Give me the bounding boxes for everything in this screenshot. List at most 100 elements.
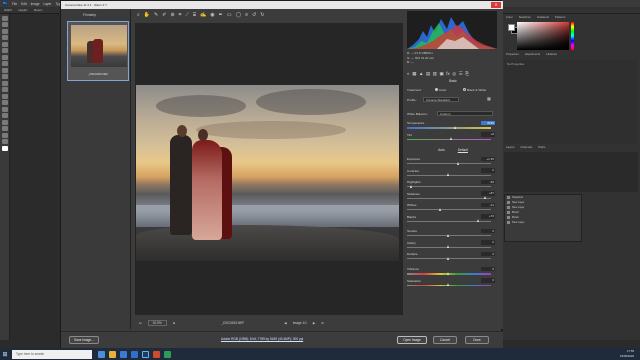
hand-tool-icon[interactable]	[2, 132, 8, 138]
gradient-tool-icon[interactable]	[2, 87, 8, 92]
slider-value-input[interactable]: 0	[481, 278, 495, 283]
slider-vibrance[interactable]: Vibrance 0	[407, 266, 499, 277]
default-button[interactable]: Default	[458, 148, 468, 152]
slider-blacks[interactable]: Blacks +70	[407, 214, 499, 225]
shape-tool-icon[interactable]	[2, 126, 8, 131]
rotate-left-icon[interactable]: ↺	[252, 12, 256, 18]
slider-tint[interactable]: Tint +6	[407, 132, 499, 143]
presets-tab-icon[interactable]: ☰	[459, 71, 463, 76]
slider-value-input[interactable]: +1.35	[481, 156, 495, 161]
slider-exposure[interactable]: Exposure +1.35	[407, 156, 499, 167]
menu-file[interactable]: File	[12, 2, 17, 6]
slider-handle[interactable]	[447, 271, 450, 275]
blur-tool-icon[interactable]	[2, 93, 8, 99]
zoom-level[interactable]: 30.9%	[147, 320, 167, 326]
slider-value-input[interactable]: 0	[481, 228, 495, 233]
foreground-color-swatch[interactable]	[2, 145, 8, 151]
graduated-filter-icon[interactable]: ▭	[227, 12, 232, 18]
slider-contrast[interactable]: Contrast 0	[407, 168, 499, 179]
lens-tab-icon[interactable]: ▣	[439, 71, 443, 76]
radial-filter-icon[interactable]: ◯	[236, 12, 242, 18]
red-eye-icon[interactable]: ◉	[210, 12, 214, 18]
history-brush-tool-icon[interactable]	[2, 74, 8, 79]
crop-icon[interactable]: ⌗	[179, 12, 182, 18]
tone-curve-tab-icon[interactable]: ▦	[412, 71, 416, 76]
zoom-in-icon[interactable]: ⊞	[173, 321, 176, 325]
slider-handle[interactable]	[447, 245, 450, 248]
slider-whites[interactable]: Whites -21	[407, 202, 499, 213]
photoshop-taskbar-icon[interactable]	[142, 350, 149, 358]
slider-value-input[interactable]: 0	[481, 251, 495, 256]
mail-icon[interactable]	[131, 350, 138, 358]
calibration-tab-icon[interactable]: ◎	[452, 71, 456, 76]
slider-value-input[interactable]: 0	[481, 266, 495, 271]
slider-temperature[interactable]: Temperature 6150	[407, 120, 499, 131]
option-resolution[interactable]: Resol.:	[34, 8, 43, 12]
cancel-button[interactable]: Cancel	[433, 336, 457, 344]
effects-tab-icon[interactable]: fx	[446, 71, 450, 76]
tab-libraries[interactable]: Libraries	[546, 52, 557, 58]
tab-adjustments[interactable]: Adjustments	[525, 52, 540, 58]
slider-handle[interactable]	[449, 137, 452, 140]
windows-start-icon[interactable]: ⊞	[0, 349, 10, 359]
workflow-options-link[interactable]: Adobe RGB (1998); 8 bit; 7789 by 5189 (4…	[221, 337, 303, 341]
slider-track[interactable]	[407, 209, 491, 210]
option-height[interactable]: Height:	[19, 8, 29, 12]
slider-value-input[interactable]: +6	[481, 132, 495, 137]
slider-handle[interactable]	[454, 125, 457, 129]
save-image-button[interactable]: Save Image...	[69, 336, 99, 344]
tab-properties[interactable]: Properties	[506, 52, 519, 58]
slider-value-input[interactable]: +70	[481, 214, 495, 219]
taskbar-search-input[interactable]: Type here to search	[12, 349, 92, 359]
slider-dehaze[interactable]: Dehaze 0	[407, 251, 499, 262]
prev-image-icon[interactable]: ◀	[284, 321, 286, 325]
before-after-icon[interactable]: ⧉	[321, 321, 323, 325]
white-balance-select[interactable]: Custom	[437, 111, 493, 116]
slider-value-input[interactable]: +87	[481, 191, 495, 196]
slider-handle[interactable]	[483, 196, 486, 199]
slider-clarity[interactable]: Clarity 0	[407, 240, 499, 251]
move-tool-icon[interactable]	[2, 15, 8, 21]
taskbar-clock[interactable]: 17:55 18/06/2020	[620, 349, 634, 358]
white-balance-icon[interactable]: ✎	[154, 12, 158, 18]
next-image-icon[interactable]: ▶	[313, 321, 315, 325]
zoom-icon[interactable]: ⌕	[137, 12, 140, 18]
split-toning-tab-icon[interactable]: ▥	[433, 71, 437, 76]
profile-select[interactable]: Camera Standard	[423, 97, 459, 102]
path-select-tool-icon[interactable]	[2, 119, 8, 125]
profile-browser-icon[interactable]: ▦	[487, 96, 491, 101]
slider-handle[interactable]	[447, 283, 450, 286]
slider-saturation[interactable]: Saturation 0	[407, 278, 499, 289]
crop-tool-icon[interactable]	[2, 41, 8, 47]
tab-paths[interactable]: Paths	[538, 145, 545, 151]
spot-removal-icon[interactable]: ✍	[200, 12, 206, 18]
snapshots-tab-icon[interactable]: ⎘	[465, 71, 469, 76]
brush-tool-icon[interactable]	[2, 61, 8, 66]
slider-value-input[interactable]: 6150	[481, 120, 495, 125]
foreground-color-swatch[interactable]	[508, 24, 515, 31]
healing-tool-icon[interactable]	[2, 54, 8, 60]
slider-handle[interactable]	[476, 219, 479, 222]
type-tool-icon[interactable]	[2, 113, 8, 118]
clone-tool-icon[interactable]	[2, 67, 8, 73]
straighten-icon[interactable]: ⟋	[185, 12, 189, 18]
slider-value-input[interactable]: -96	[481, 179, 495, 184]
dodge-tool-icon[interactable]	[2, 100, 8, 105]
slider-handle[interactable]	[447, 233, 450, 237]
slider-value-input[interactable]: 0	[481, 240, 495, 245]
edge-icon[interactable]	[120, 350, 127, 358]
app-icon[interactable]	[153, 350, 160, 358]
app-icon[interactable]	[164, 350, 171, 358]
hand-icon[interactable]: ✋	[144, 12, 150, 18]
open-image-button[interactable]: Open Image	[397, 336, 427, 344]
auto-button[interactable]: Auto	[438, 148, 445, 152]
zoom-out-icon[interactable]: ⊟	[139, 321, 142, 325]
file-explorer-icon[interactable]	[109, 350, 116, 358]
slider-handle[interactable]	[457, 161, 460, 165]
preview-photo[interactable]	[136, 85, 399, 261]
menu-image[interactable]: Image	[31, 2, 40, 6]
marquee-tool-icon[interactable]	[2, 22, 8, 27]
adjustment-brush-icon[interactable]: ✒	[219, 12, 223, 18]
target-adjust-icon[interactable]: ⊕	[170, 12, 174, 18]
menu-layer[interactable]: Layer	[44, 2, 52, 6]
